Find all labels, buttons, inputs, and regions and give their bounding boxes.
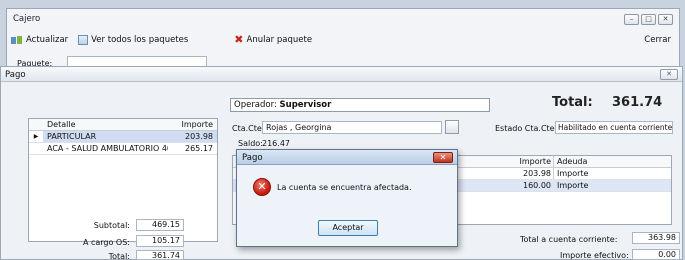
refresh-button[interactable]: Actualizar xyxy=(11,35,68,45)
estado-label: Estado Cta.Cte: xyxy=(495,124,558,133)
importe-efectivo-field[interactable]: 0.00 xyxy=(632,249,680,260)
saldo-value: 216.47 xyxy=(262,139,290,148)
operador-label: Operador: xyxy=(234,100,277,110)
minimize-button[interactable]: – xyxy=(624,14,639,25)
dialog-title-bar: Pago ✕ xyxy=(237,150,457,165)
error-icon: ✕ xyxy=(253,178,271,196)
pago-title: Pago xyxy=(5,70,26,80)
importe-cell: 203.98 xyxy=(523,169,551,178)
detail-table-header: Detalle Importe xyxy=(29,119,217,131)
pago-title-bar: Pago ✕ xyxy=(1,67,682,82)
importe-header: Importe xyxy=(181,120,213,129)
dialog-message: La cuenta se encuentra afectada. xyxy=(277,183,412,192)
detalle-header: Detalle xyxy=(47,120,76,129)
subtotal-label: Subtotal: xyxy=(93,221,130,230)
all-packages-button[interactable]: Ver todos los paquetes xyxy=(78,35,188,45)
importe-header: Importe xyxy=(519,157,551,166)
detalle-cell: ACA - SALUD AMBULATORIO 40% xyxy=(47,144,168,153)
window-title: Cajero xyxy=(13,14,41,24)
cancel-package-label: Anular paquete xyxy=(246,35,313,45)
cta-label: Cta.Cte. xyxy=(232,124,265,133)
adeuda-cell: Importe xyxy=(557,181,589,190)
pago-close-button[interactable]: ✕ xyxy=(660,69,678,80)
cta-search-button[interactable] xyxy=(445,120,459,134)
packages-icon xyxy=(78,35,89,45)
table-row[interactable]: ▶ PARTICULAR 203.98 xyxy=(29,131,217,143)
importe-cell: 160.00 xyxy=(523,181,551,190)
dialog-close-button[interactable]: ✕ xyxy=(433,152,453,163)
maximize-button[interactable]: □ xyxy=(641,14,656,25)
row-indicator-icon: ▶ xyxy=(33,133,39,140)
cta-input[interactable]: Rojas , Georgina xyxy=(262,121,442,134)
cargo-os-label: A cargo OS: xyxy=(82,238,130,247)
left-total-label: Total: xyxy=(108,252,130,260)
error-dialog: Pago ✕ ✕ La cuenta se encuentra afectada… xyxy=(236,149,458,247)
operador-field: Operador: Supervisor xyxy=(230,98,490,112)
refresh-icon xyxy=(11,36,22,44)
cancel-icon: ✖ xyxy=(234,33,244,46)
close-window-button[interactable]: ✕ xyxy=(658,14,673,25)
detalle-cell: PARTICULAR xyxy=(43,131,168,142)
close-button[interactable]: Cerrar xyxy=(644,35,671,45)
total-cuenta-field[interactable]: 363.98 xyxy=(632,232,680,244)
refresh-label: Actualizar xyxy=(26,35,69,45)
subtotal-field[interactable]: 469.15 xyxy=(136,219,184,231)
total-label: Total: xyxy=(552,95,593,110)
table-row[interactable]: ACA - SALUD AMBULATORIO 40% 265.17 xyxy=(29,143,217,155)
total-cuenta-label: Total a cuenta corriente: xyxy=(520,235,618,244)
importe-cell: 265.17 xyxy=(185,144,213,153)
dialog-title: Pago xyxy=(242,153,263,163)
all-packages-label: Ver todos los paquetes xyxy=(91,35,189,45)
adeuda-header: Adeuda xyxy=(557,157,588,166)
adeuda-cell: Importe xyxy=(557,169,589,178)
toolbar: Actualizar Ver todos los paquetes ✖ Anul… xyxy=(11,33,322,46)
cancel-package-button[interactable]: ✖ Anular paquete xyxy=(234,33,313,46)
aceptar-button[interactable]: Aceptar xyxy=(318,220,378,236)
cargo-os-field[interactable]: 105.17 xyxy=(136,235,184,247)
total-value: 361.74 xyxy=(612,95,663,110)
left-total-field[interactable]: 361.74 xyxy=(136,250,184,260)
importe-cell: 203.98 xyxy=(168,131,217,142)
importe-efectivo-label: Importe efectivo: xyxy=(560,251,629,260)
saldo-label: Saldo: xyxy=(238,139,263,148)
window-controls: – □ ✕ xyxy=(624,14,673,25)
operador-value: Supervisor xyxy=(279,100,332,110)
estado-field: Habilitado en cuenta corriente xyxy=(555,121,673,134)
